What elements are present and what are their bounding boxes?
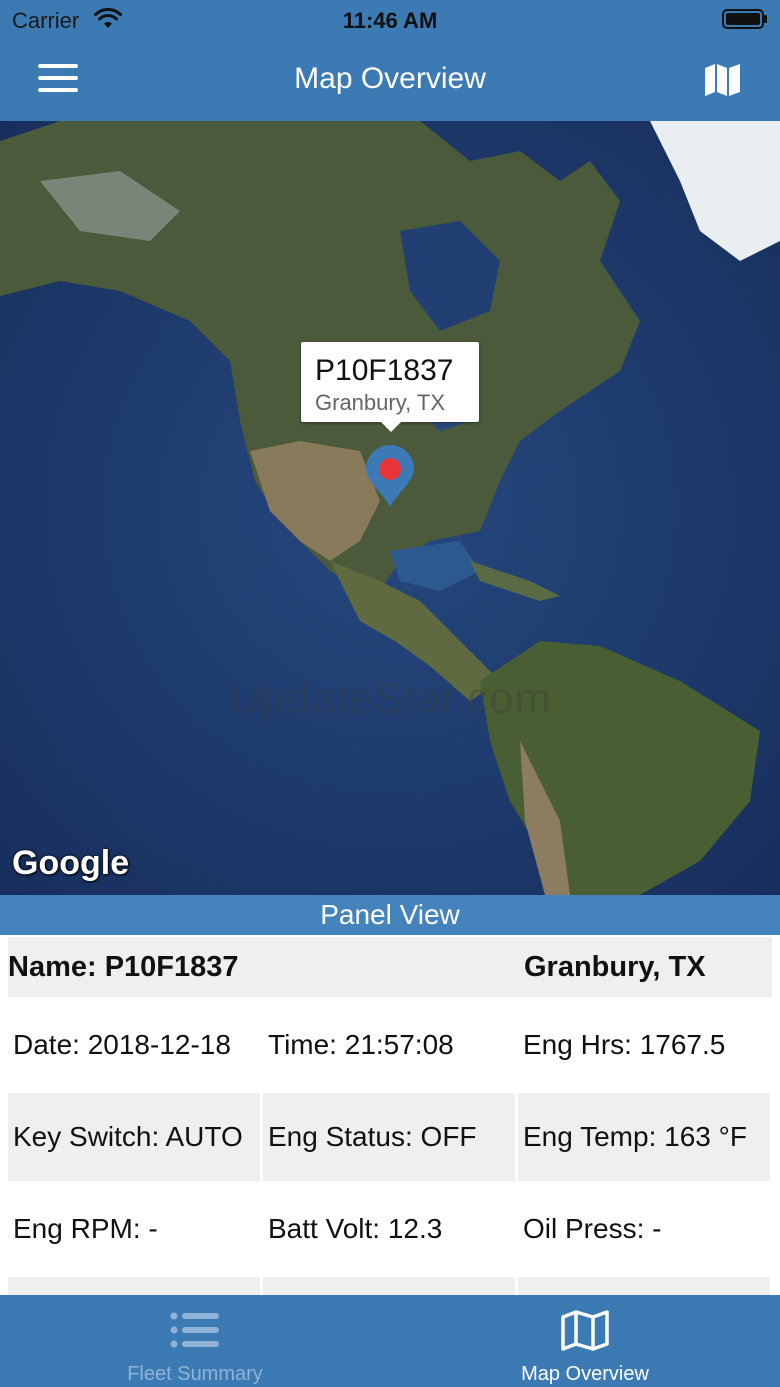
- tab-bar: Fleet Summary Map Overview: [0, 1295, 780, 1387]
- time-cell: Time: 21:57:08: [268, 1029, 454, 1060]
- top-bar: Carrier 11:46 AM Map Overview: [0, 0, 780, 121]
- marker-callout[interactable]: P10F1837 Granbury, TX: [301, 342, 479, 432]
- map-pin-icon[interactable]: [364, 445, 416, 509]
- list-icon: [170, 1312, 219, 1348]
- map-icon: [561, 1310, 609, 1351]
- tab-label: Map Overview: [521, 1363, 649, 1385]
- eng-rpm-cell: Eng RPM: -: [13, 1213, 158, 1244]
- vehicle-name: Name: P10F1837: [8, 951, 239, 983]
- tab-fleet-summary[interactable]: Fleet Summary: [0, 1295, 390, 1387]
- watermark: UpdateStar.com: [228, 674, 552, 723]
- panel-cell: [518, 1277, 770, 1295]
- eng-hrs-cell: Eng Hrs: 1767.5: [523, 1029, 726, 1060]
- callout-title: P10F1837: [315, 354, 454, 387]
- panel-header: Panel View: [0, 895, 780, 935]
- key-switch-cell: Key Switch: AUTO: [8, 1093, 260, 1181]
- status-time: 11:46 AM: [342, 8, 438, 33]
- date-cell: Date: 2018-12-18: [13, 1029, 231, 1060]
- panel-view[interactable]: Name: P10F1837 Granbury, TX Date: 2018-1…: [0, 935, 780, 1295]
- tab-map-overview[interactable]: Map Overview: [390, 1295, 780, 1387]
- panel-cell: [8, 1277, 260, 1295]
- callout-subtitle: Granbury, TX: [315, 390, 446, 415]
- tab-label: Fleet Summary: [127, 1363, 263, 1385]
- google-logo: Google: [12, 844, 130, 882]
- vehicle-location: Granbury, TX: [524, 951, 706, 983]
- oil-press-cell: Oil Press: -: [523, 1213, 662, 1244]
- eng-status-cell: Eng Status: OFF: [263, 1093, 515, 1181]
- map-icon[interactable]: [696, 58, 750, 102]
- batt-volt-cell: Batt Volt: 12.3: [268, 1213, 443, 1244]
- panel-cell: [263, 1277, 515, 1295]
- name-row: Name: P10F1837 Granbury, TX: [8, 937, 772, 997]
- page-title: Map Overview: [294, 62, 486, 95]
- battery-icon: [722, 9, 767, 29]
- status-bar: Carrier 11:46 AM: [0, 0, 780, 40]
- nav-bar: Map Overview: [0, 40, 780, 121]
- eng-temp-cell: Eng Temp: 163 °F: [518, 1093, 770, 1181]
- map-view[interactable]: P10F1837 Granbury, TX UpdateStar.com Goo…: [0, 121, 780, 895]
